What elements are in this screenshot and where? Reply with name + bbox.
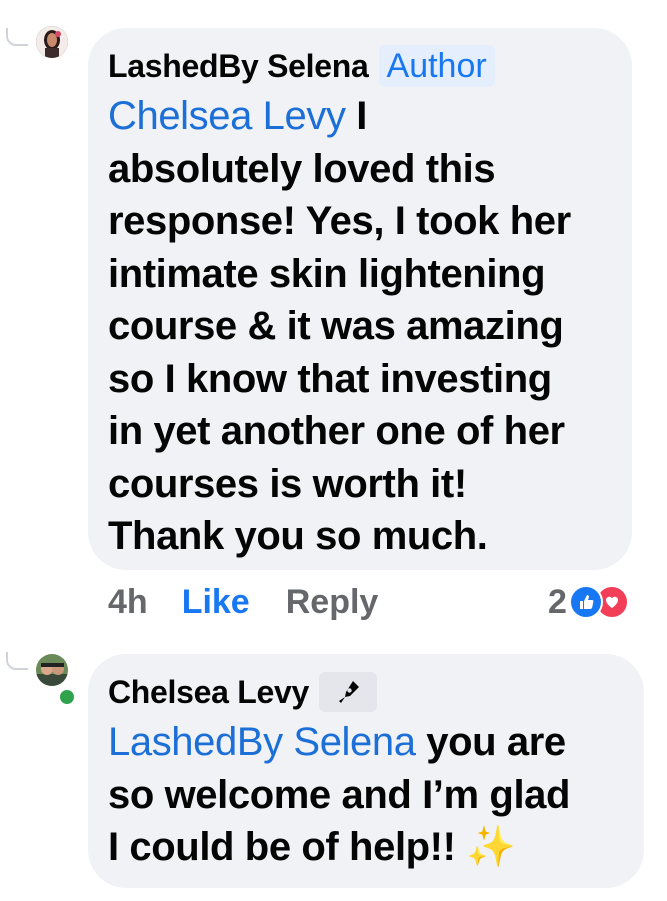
author-name[interactable]: LashedBy Selena [108,48,369,85]
comment-bubble-1: LashedBy Selena Author Chelsea Levy I ab… [88,28,632,570]
author-badge: Author [378,45,495,87]
comment-actions: 4h Like Reply [108,582,378,622]
like-button[interactable]: Like [182,583,250,622]
thread-connector [6,28,28,46]
comment-line: course & it was amazing [108,304,564,348]
mention-link[interactable]: LashedBy Selena [108,720,416,764]
author-name[interactable]: Chelsea Levy [108,674,309,711]
reactions-summary[interactable]: 2 [548,582,629,622]
comment-line: so I know that investing [108,356,552,401]
comment-body: LashedBy Selena you are so welcome and I… [108,716,624,874]
sparkles-icon: ✨ [466,825,516,869]
reply-button[interactable]: Reply [286,583,379,622]
comment-header: Chelsea Levy [108,672,624,712]
comment-text-segment: you are [415,720,566,764]
comment-text-segment: I [345,94,368,138]
comment-line-1: LashedBy Selena you are [108,716,624,769]
thread-connector [6,652,28,670]
online-status-indicator [58,688,76,706]
pen-icon [318,672,377,712]
comment-line: in yet another one of her [108,409,565,453]
avatar-lashedby-selena[interactable] [36,26,68,58]
like-reaction-icon [568,585,603,619]
comment-line: response! Yes, I took her [108,199,571,243]
timestamp[interactable]: 4h [108,583,148,622]
comment-body: Chelsea Levy I absolutely loved this res… [108,90,612,563]
comment-line: courses is worth it! [108,461,467,506]
comment-line: I could be of help!! ✨ [108,821,624,874]
comment-bubble-2: Chelsea Levy LashedBy Selena you are so … [88,654,644,888]
mention-link[interactable]: Chelsea Levy [108,94,346,138]
comment-header: LashedBy Selena Author [108,45,612,87]
reaction-count: 2 [548,582,567,621]
comment-line: so welcome and I’m glad [108,772,571,817]
comment-line: Thank you so much. [108,514,488,558]
avatar-image [36,654,68,686]
comment-line: intimate skin lightening [108,251,546,296]
comment-text-segment: I could be of help!! [108,825,467,869]
comment-line: absolutely loved this [108,146,496,191]
avatar-image [36,26,68,58]
comment-line-1: Chelsea Levy I [108,90,612,143]
avatar-chelsea-levy[interactable] [36,654,68,686]
